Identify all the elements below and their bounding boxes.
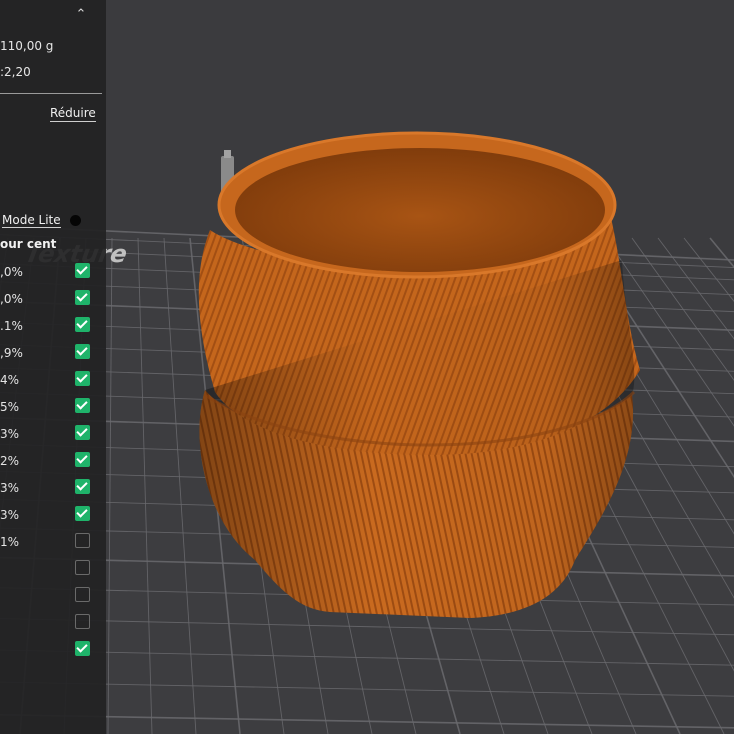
feature-percent: 2% — [0, 454, 20, 468]
feature-visibility-checkbox[interactable] — [75, 263, 90, 278]
feature-row: 1% — [0, 532, 106, 554]
feature-percent: ,0% — [0, 265, 23, 279]
vase-model[interactable] — [198, 131, 641, 618]
feature-row: 5% — [0, 397, 106, 419]
mode-lite-indicator[interactable] — [70, 215, 81, 226]
feature-visibility-checkbox[interactable] — [75, 506, 90, 521]
cost-value: :2,20 — [0, 65, 31, 79]
filament-weight: 110,00 g — [0, 39, 54, 53]
feature-row — [0, 559, 106, 581]
feature-percent: 5% — [0, 400, 20, 414]
feature-row — [0, 640, 106, 662]
reduce-button[interactable]: Réduire — [50, 106, 96, 122]
feature-row: ,0% — [0, 262, 106, 284]
feature-row: ,0% — [0, 289, 106, 311]
feature-visibility-checkbox[interactable] — [75, 371, 90, 386]
feature-visibility-checkbox[interactable] — [75, 290, 90, 305]
feature-visibility-checkbox[interactable] — [75, 452, 90, 467]
3d-viewport[interactable]: Texture — [0, 0, 734, 734]
feature-percent: 3% — [0, 508, 20, 522]
feature-visibility-checkbox[interactable] — [75, 641, 90, 656]
side-panel: ⌃ 110,00 g :2,20 Réduire Mode Lite our c… — [0, 0, 106, 734]
feature-row: 3% — [0, 505, 106, 527]
collapse-up-icon[interactable]: ⌃ — [72, 6, 90, 24]
feature-row: .1% — [0, 316, 106, 338]
feature-percent: 3% — [0, 427, 20, 441]
feature-percent: 3% — [0, 481, 20, 495]
feature-row: ,9% — [0, 343, 106, 365]
feature-percent: ,0% — [0, 292, 23, 306]
feature-percent: 1% — [0, 535, 20, 549]
feature-visibility-checkbox[interactable] — [75, 587, 90, 602]
percent-column-header: our cent — [0, 237, 57, 251]
feature-row — [0, 613, 106, 635]
feature-percent: ,9% — [0, 346, 23, 360]
feature-visibility-checkbox[interactable] — [75, 614, 90, 629]
feature-visibility-checkbox[interactable] — [75, 344, 90, 359]
feature-visibility-checkbox[interactable] — [75, 398, 90, 413]
feature-row: 2% — [0, 451, 106, 473]
feature-row — [0, 586, 106, 608]
feature-visibility-checkbox[interactable] — [75, 425, 90, 440]
feature-row: 3% — [0, 424, 106, 446]
feature-visibility-checkbox[interactable] — [75, 317, 90, 332]
feature-visibility-checkbox[interactable] — [75, 533, 90, 548]
feature-visibility-checkbox[interactable] — [75, 479, 90, 494]
feature-row: 3% — [0, 478, 106, 500]
feature-row: 4% — [0, 370, 106, 392]
divider — [0, 93, 102, 94]
feature-visibility-checkbox[interactable] — [75, 560, 90, 575]
mode-lite-toggle[interactable]: Mode Lite — [2, 213, 61, 228]
feature-percent: .1% — [0, 319, 23, 333]
feature-percent: 4% — [0, 373, 20, 387]
